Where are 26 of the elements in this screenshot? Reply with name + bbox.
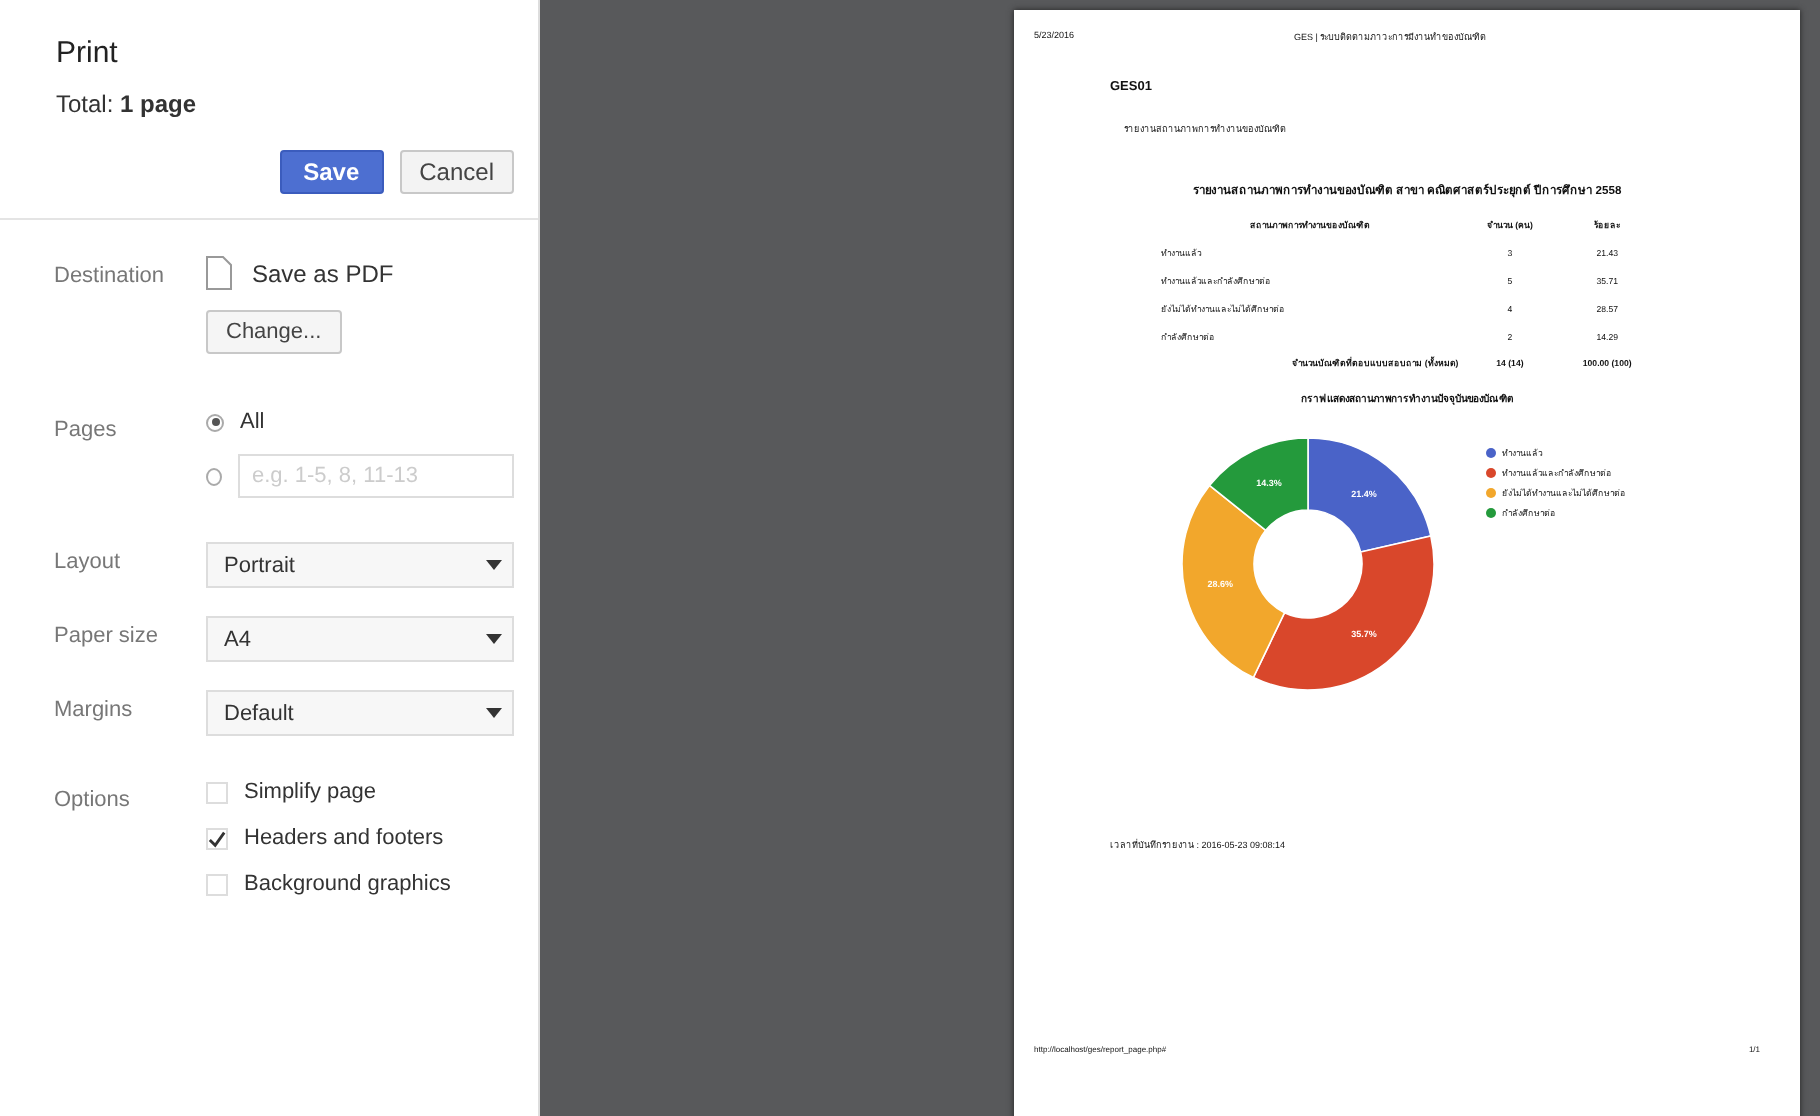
- dropdown[interactable]: Portrait: [206, 542, 514, 588]
- setting-label: Paper size: [54, 622, 160, 652]
- checkbox-label: Background graphics: [244, 872, 451, 896]
- dropdown[interactable]: A4: [206, 616, 514, 662]
- setting-label: Destination: [54, 262, 167, 292]
- checkbox-label: Headers and footers: [244, 826, 444, 850]
- dropdown[interactable]: Default: [206, 690, 514, 736]
- destination-name: Save as PDF: [252, 259, 394, 287]
- checkbox-label: Simplify page: [244, 780, 377, 804]
- radio-label: All: [240, 410, 265, 434]
- page-total: Total: 1 page: [56, 90, 199, 118]
- setting-label: Options: [54, 786, 132, 816]
- checkbox[interactable]: [206, 827, 228, 849]
- radio-button[interactable]: [206, 413, 224, 431]
- change-button[interactable]: Change...: [206, 310, 342, 354]
- save-button[interactable]: Save: [279, 150, 384, 194]
- setting-label: Margins: [54, 696, 135, 726]
- document-icon: [206, 256, 232, 290]
- setting-label: Layout: [54, 548, 123, 578]
- cancel-button[interactable]: Cancel: [399, 150, 514, 194]
- setting-label: Pages: [54, 416, 119, 446]
- dropdown-arrow-icon: [486, 708, 502, 718]
- dropdown-arrow-icon: [486, 560, 502, 570]
- dropdown-arrow-icon: [486, 634, 502, 644]
- radio-button[interactable]: [206, 467, 222, 485]
- dialog-title: Print: [56, 36, 120, 70]
